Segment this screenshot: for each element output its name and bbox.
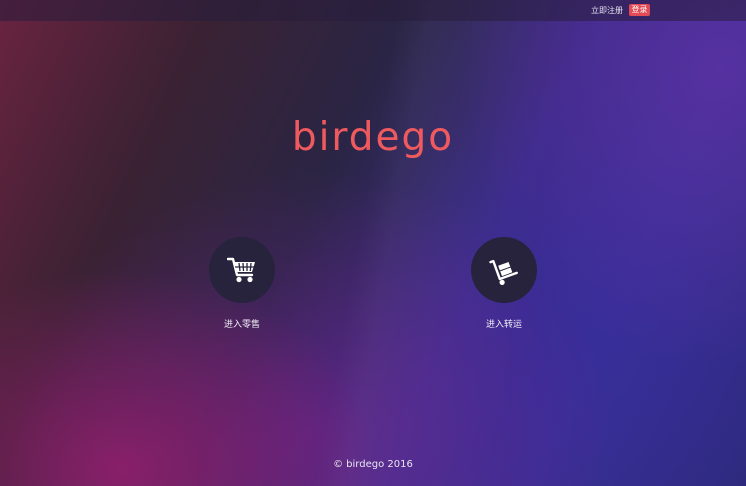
enter-retail-button[interactable]: 进入零售 [187,237,297,331]
footer-text: birdego 2016 [346,459,413,470]
landing-page: 立即注册 登录 birdego 进入零售 进入转运 © birdego 2016 [0,0,746,486]
hand-truck-icon [489,259,518,285]
shopping-cart-icon [227,257,255,283]
enter-transfer-button[interactable]: 进入转运 [449,237,559,331]
register-link[interactable]: 立即注册 [591,5,623,16]
footer: © birdego 2016 [0,459,746,471]
login-button[interactable]: 登录 [629,4,650,16]
enter-retail-label: 进入零售 [223,320,260,330]
transfer-icon-circle[interactable] [471,237,537,303]
brand-logo: birdego [291,115,455,160]
retail-icon-circle[interactable] [209,237,275,303]
copyright-symbol: © [333,459,344,470]
top-bar: 立即注册 登录 [0,0,746,21]
background-sheen [0,0,746,486]
enter-transfer-label: 进入转运 [485,320,522,330]
